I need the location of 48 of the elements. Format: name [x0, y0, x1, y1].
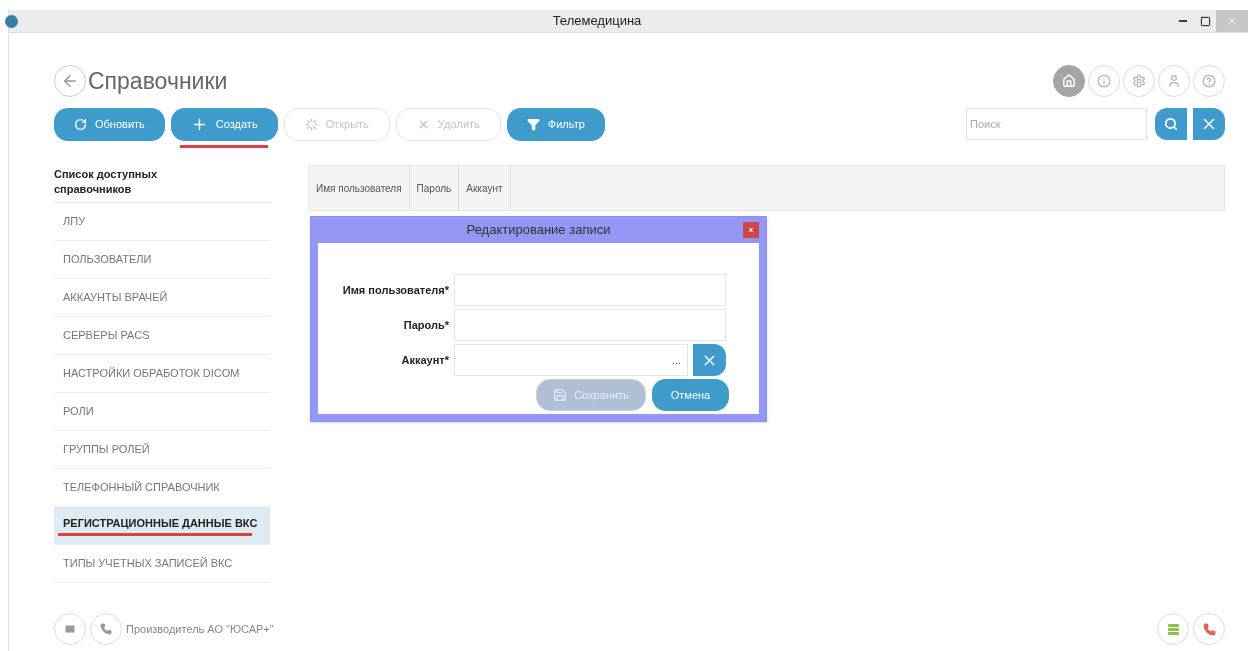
home-icon	[1062, 74, 1076, 88]
field-label: Имя пользователя*	[341, 282, 450, 298]
spinner-icon	[304, 118, 318, 131]
manufacturer-text: Производитель АО "ЮСАР+"	[126, 621, 274, 637]
search-button[interactable]	[1155, 108, 1187, 140]
save-icon	[553, 388, 568, 402]
app-logo-icon	[5, 14, 18, 28]
stack-icon	[1167, 623, 1179, 635]
filter-icon	[526, 118, 540, 131]
info-icon	[1097, 74, 1111, 88]
help-icon	[1202, 74, 1216, 88]
sidebar-item[interactable]: НАСТРОЙКИ ОБРАБОТОК DICOM	[54, 355, 270, 393]
sidebar-title: Список доступных справочников	[54, 165, 270, 203]
filter-button[interactable]: Фильтр	[506, 108, 605, 141]
cancel-button[interactable]: Отмена	[652, 379, 729, 411]
sidebar-item[interactable]: СЕРВЕРЫ PACS	[54, 317, 270, 355]
phone-icon	[1202, 622, 1216, 636]
settings-icon	[1132, 74, 1146, 88]
sidebar-item[interactable]: АККАУНТЫ ВРАЧЕЙ	[54, 279, 270, 317]
page-title: Справочники	[88, 66, 228, 96]
dialog-close-button[interactable]: x	[743, 222, 759, 238]
sidebar-item[interactable]: ЛПУ	[54, 203, 270, 241]
field-label: Пароль*	[402, 317, 450, 333]
sidebar-item[interactable]: РОЛИ	[54, 393, 270, 431]
window-title: Телемедицина	[551, 12, 643, 31]
phone-icon	[100, 623, 112, 635]
user-icon	[1167, 74, 1181, 88]
home-button[interactable]	[1053, 65, 1085, 97]
dialog-title: Редактирование записи	[466, 221, 611, 240]
account-field[interactable]: ...	[454, 344, 688, 376]
clear-account-button[interactable]	[693, 344, 726, 376]
search-icon	[1164, 117, 1178, 131]
text-field[interactable]	[454, 274, 726, 306]
column-header[interactable]: Пароль	[409, 166, 460, 210]
sidebar-item[interactable]: РЕГИСТРАЦИОННЫЕ ДАННЫЕ ВКС	[54, 507, 270, 545]
column-header[interactable]: Имя пользователя	[309, 166, 410, 210]
text-field[interactable]	[454, 309, 726, 341]
field-label: Аккаунт*	[400, 352, 450, 368]
clear-search-button[interactable]	[1193, 108, 1225, 140]
refresh-icon	[74, 118, 87, 131]
create-button[interactable]: Создать	[170, 108, 278, 141]
sidebar-item[interactable]: ТИПЫ УЧЕТНЫХ ЗАПИСЕЙ ВКС	[54, 545, 270, 583]
column-header[interactable]: Аккаунт	[459, 166, 511, 210]
search-field[interactable]: Поиск	[966, 108, 1147, 140]
lookup-dots[interactable]: ...	[671, 351, 681, 369]
refresh-button[interactable]: Обновить	[54, 108, 165, 141]
sidebar-item[interactable]: ГРУППЫ РОЛЕЙ	[54, 431, 270, 469]
sidebar-item[interactable]: ПОЛЬЗОВАТЕЛИ	[54, 241, 270, 279]
